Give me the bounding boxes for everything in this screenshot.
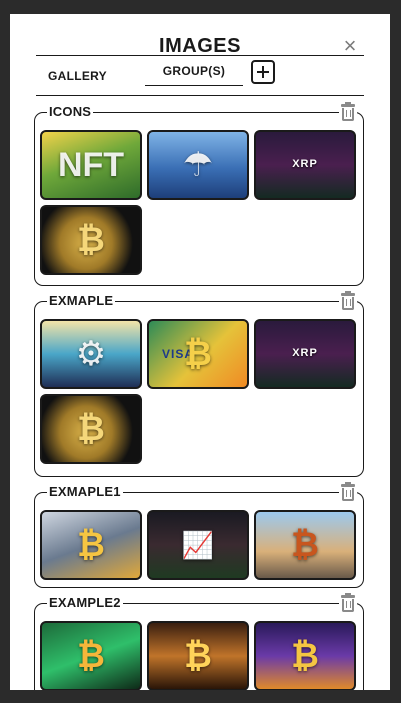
group-title: EXAMPLE2 <box>47 594 123 612</box>
group-title: EXMAPLE <box>47 292 116 310</box>
image-thumbnail[interactable]: ⚙ <box>40 319 142 389</box>
groups-list: ICONS NFT ☂ XRP ₿ EXMAPLE ⚙ VISA ₿ XRP ₿… <box>10 14 390 690</box>
trash-icon[interactable] <box>339 482 357 502</box>
trash-icon[interactable] <box>339 291 357 311</box>
crypto-tickers-image: XRP <box>292 347 318 359</box>
bitcoin-green-image: ₿ <box>77 636 105 675</box>
trash-icon[interactable] <box>339 593 357 613</box>
image-thumbnail[interactable]: ₿ <box>254 510 356 580</box>
image-thumbnail[interactable]: ₿ <box>40 394 142 464</box>
image-thumbnail[interactable]: XRP <box>254 319 356 389</box>
image-thumbnail[interactable]: ₿ <box>40 510 142 580</box>
trader-chart-image: 📈 <box>181 529 215 560</box>
image-thumbnail[interactable]: ₿ <box>147 621 249 690</box>
image-thumbnail[interactable]: ₿ <box>254 621 356 690</box>
crypto-tickers-image: XRP <box>292 158 318 170</box>
group-title: ICONS <box>47 103 94 121</box>
group-card: ICONS NFT ☂ XRP ₿ <box>34 102 364 286</box>
character-image: ☂ <box>182 146 214 184</box>
bitcoin-crowd-image: ₿ <box>184 636 212 675</box>
group-card: EXAMPLE2 ₿ ₿ ₿ <box>34 593 364 690</box>
bitcoin-coin-image: ₿ <box>77 220 105 259</box>
group-card: EXMAPLE1 ₿ 📈 ₿ <box>34 482 364 588</box>
group-card: EXMAPLE ⚙ VISA ₿ XRP ₿ <box>34 291 364 477</box>
bitcoin-symbol: ₿ <box>184 334 212 373</box>
bitcoin-robot-image: ₿ <box>77 525 105 564</box>
image-thumbnail[interactable]: ☂ <box>147 130 249 200</box>
trash-icon[interactable] <box>339 102 357 122</box>
images-dialog: IMAGES × GALLERY GROUP(S) ICONS NFT ☂ XR… <box>10 14 390 690</box>
image-thumbnail[interactable]: 📈 <box>147 510 249 580</box>
bitcoin-coin-image: ₿ <box>77 409 105 448</box>
bitcoin-city-image: ₿ <box>291 525 319 564</box>
image-thumbnail[interactable]: ₿ <box>40 205 142 275</box>
image-thumbnail[interactable]: VISA ₿ <box>147 319 249 389</box>
bitcoin-purple-image: ₿ <box>291 636 319 675</box>
image-thumbnail[interactable]: NFT <box>40 130 142 200</box>
robot-image: ⚙ <box>75 335 107 373</box>
image-thumbnail[interactable]: XRP <box>254 130 356 200</box>
image-thumbnail[interactable]: ₿ <box>40 621 142 690</box>
nft-image: NFT <box>57 145 125 184</box>
group-title: EXMAPLE1 <box>47 483 123 501</box>
